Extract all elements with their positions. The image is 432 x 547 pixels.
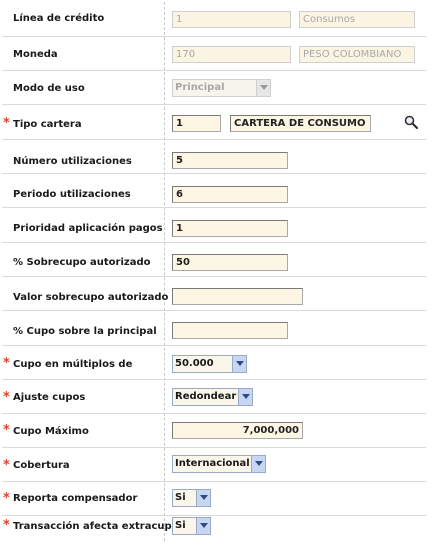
label-numero-utilizaciones: Número utilizaciones	[13, 156, 132, 167]
row-modo-uso: Modo de uso Principal	[2, 71, 426, 105]
periodo-utilizaciones-input[interactable]: 6	[172, 186, 288, 203]
required-marker: *	[3, 356, 10, 371]
tipo-cartera-code-input[interactable]: 1	[172, 115, 221, 132]
label-cupo-maximo: Cupo Máximo	[13, 426, 89, 437]
cobertura-selected: Internacional	[175, 458, 250, 469]
label-prioridad-pagos: Prioridad aplicación pagos	[13, 223, 163, 234]
required-marker: *	[3, 116, 10, 131]
linea-credito-code-field: 1	[172, 11, 291, 28]
numero-utilizaciones-input[interactable]: 5	[172, 152, 288, 169]
row-sobrecupo-autorizado: % Sobrecupo autorizado 50	[2, 243, 426, 277]
label-sobrecupo-autorizado: % Sobrecupo autorizado	[13, 257, 151, 268]
ajuste-cupos-select[interactable]: Redondear	[172, 388, 253, 406]
transaccion-extracupo-selected: Si	[175, 520, 186, 531]
search-icon[interactable]	[404, 115, 418, 129]
row-moneda: Moneda 170 PESO COLOMBIANO	[2, 37, 426, 71]
row-ajuste-cupos: * Ajuste cupos Redondear	[2, 380, 426, 414]
row-periodo-utilizaciones: Periodo utilizaciones 6	[2, 174, 426, 208]
label-cupo-principal: % Cupo sobre la principal	[13, 326, 157, 337]
row-prioridad-pagos: Prioridad aplicación pagos 1	[2, 208, 426, 243]
row-linea-credito: Línea de crédito 1 Consumos	[2, 2, 426, 37]
label-valor-sobrecupo: Valor sobrecupo autorizado	[13, 292, 169, 303]
cobertura-select[interactable]: Internacional	[172, 455, 266, 473]
cupo-multiplos-selected: 50.000	[175, 358, 214, 369]
row-cupo-principal: % Cupo sobre la principal	[2, 311, 426, 346]
cupo-principal-input[interactable]	[172, 322, 288, 339]
tipo-cartera-name-input[interactable]: CARTERA DE CONSUMO	[230, 115, 371, 132]
required-marker: *	[3, 491, 10, 506]
transaccion-extracupo-select[interactable]: Si	[172, 517, 211, 535]
reporta-compensador-selected: Si	[175, 492, 186, 503]
modo-uso-select: Principal	[172, 79, 271, 97]
row-tipo-cartera: * Tipo cartera 1 CARTERA DE CONSUMO	[2, 105, 426, 140]
label-transaccion-extracupo: Transacción afecta extracupo	[13, 521, 179, 532]
row-transaccion-extracupo: * Transacción afecta extracupo Si	[2, 516, 426, 540]
modo-uso-selected: Principal	[175, 82, 225, 93]
label-modo-uso: Modo de uso	[13, 83, 85, 94]
row-cupo-maximo: * Cupo Máximo 7,000,000	[2, 414, 426, 448]
chevron-down-icon[interactable]	[238, 389, 252, 405]
label-moneda: Moneda	[13, 49, 58, 60]
label-tipo-cartera: Tipo cartera	[13, 119, 82, 130]
chevron-down-icon	[256, 80, 270, 96]
row-cobertura: * Cobertura Internacional	[2, 448, 426, 482]
label-reporta-compensador: Reporta compensador	[13, 493, 138, 504]
cupo-maximo-input[interactable]: 7,000,000	[172, 422, 303, 439]
required-marker: *	[3, 518, 10, 533]
label-cupo-multiplos: Cupo en múltiplos de	[13, 359, 133, 370]
linea-credito-name-field: Consumos	[299, 11, 415, 28]
prioridad-pagos-input[interactable]: 1	[172, 220, 288, 237]
label-periodo-utilizaciones: Periodo utilizaciones	[13, 189, 131, 200]
chevron-down-icon[interactable]	[196, 518, 210, 534]
row-reporta-compensador: * Reporta compensador Si	[2, 482, 426, 516]
chevron-down-icon[interactable]	[196, 490, 210, 506]
reporta-compensador-select[interactable]: Si	[172, 489, 211, 507]
cupo-multiplos-select[interactable]: 50.000	[172, 355, 247, 373]
required-marker: *	[3, 423, 10, 438]
moneda-name-field: PESO COLOMBIANO	[299, 46, 415, 63]
row-cupo-multiplos: * Cupo en múltiplos de 50.000	[2, 346, 426, 380]
label-ajuste-cupos: Ajuste cupos	[13, 392, 86, 403]
sobrecupo-autorizado-input[interactable]: 50	[172, 254, 288, 271]
ajuste-cupos-selected: Redondear	[175, 391, 237, 402]
label-linea-credito: Línea de crédito	[13, 13, 105, 24]
moneda-code-field: 170	[172, 46, 291, 63]
chevron-down-icon[interactable]	[251, 456, 265, 472]
valor-sobrecupo-input[interactable]	[172, 288, 303, 305]
required-marker: *	[3, 390, 10, 405]
label-cobertura: Cobertura	[13, 460, 70, 471]
chevron-down-icon[interactable]	[232, 356, 246, 372]
row-valor-sobrecupo: Valor sobrecupo autorizado	[2, 277, 426, 311]
row-numero-utilizaciones: Número utilizaciones 5	[2, 140, 426, 174]
required-marker: *	[3, 458, 10, 473]
